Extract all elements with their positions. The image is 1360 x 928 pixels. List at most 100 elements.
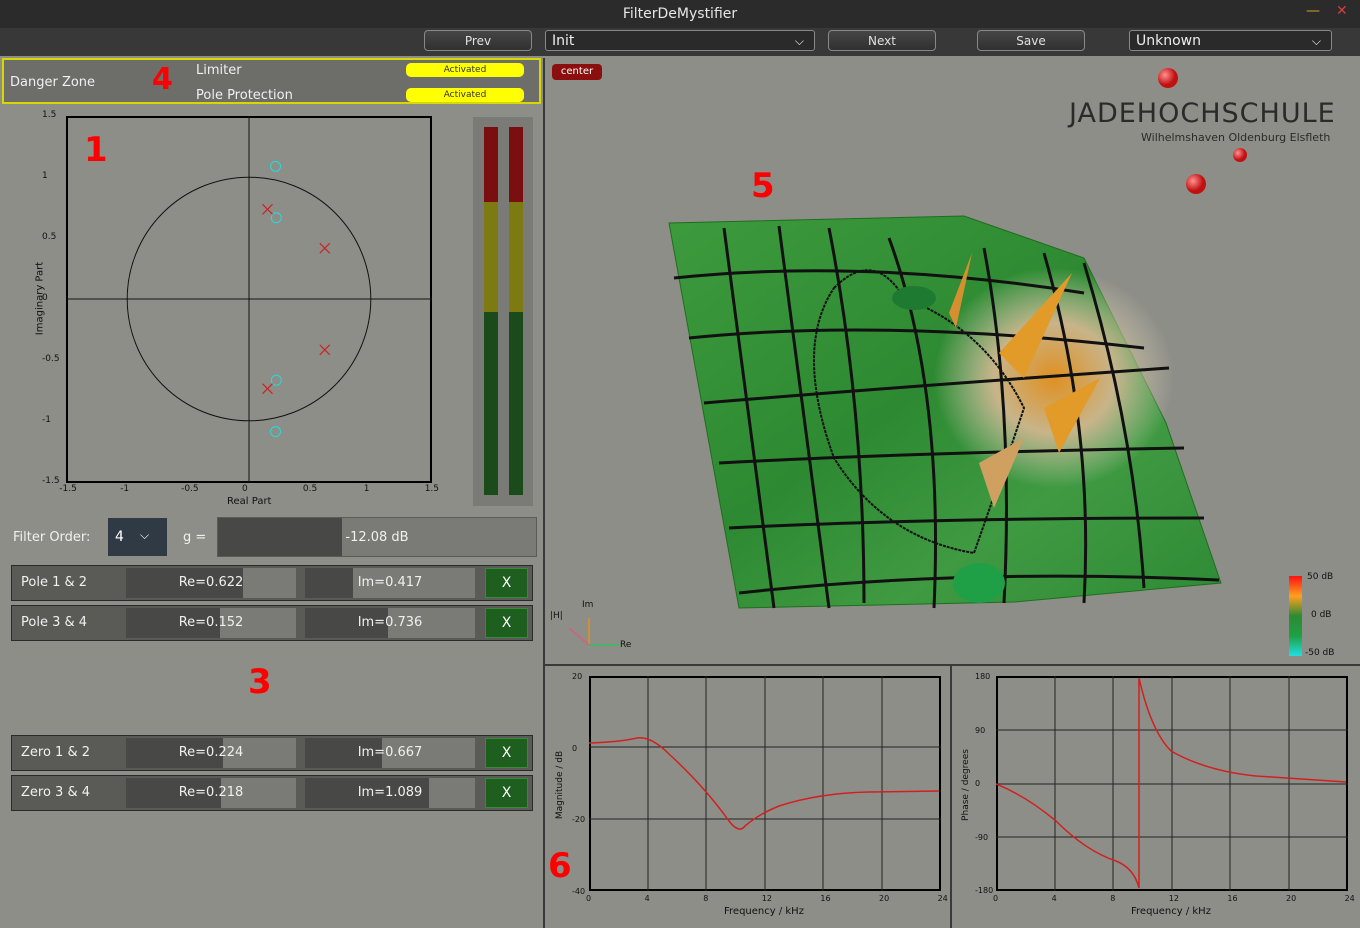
- chevron-down-icon: ⌵: [794, 34, 804, 48]
- close-button[interactable]: ✕: [1336, 3, 1348, 19]
- annotation-4: 4: [152, 62, 173, 97]
- mode-select-value: Unknown: [1136, 33, 1201, 49]
- phase-ytick: -180: [975, 886, 994, 896]
- pole-1-2-row-re-value: Re=0.622: [178, 575, 244, 590]
- pz-ytick: -1.5: [42, 475, 60, 486]
- zero-3-4-row-re-value: Re=0.218: [178, 785, 244, 800]
- zero-marker[interactable]: [270, 212, 282, 224]
- surface-view[interactable]: center JADEHOCHSCHULE Wilhelmshaven Olde…: [544, 58, 1360, 664]
- phase-xtick: 20: [1286, 894, 1297, 903]
- pole-marker[interactable]: [319, 242, 331, 254]
- pole-marker[interactable]: [262, 383, 273, 395]
- pole-1-2-row-im-slider[interactable]: Im=0.417: [305, 568, 475, 598]
- phase-plot: [996, 676, 1348, 891]
- limiter-label: Limiter: [196, 63, 242, 78]
- pole-marker[interactable]: [262, 203, 273, 215]
- chevron-down-icon: ⌵: [1311, 34, 1321, 48]
- phase-xtick: 16: [1227, 894, 1238, 903]
- pole-3-4-row-im-value: Im=0.736: [357, 615, 423, 630]
- prev-button[interactable]: Prev: [424, 30, 532, 51]
- title-bar: FilterDeMystifier — ✕: [0, 0, 1360, 28]
- zero-marker[interactable]: [270, 160, 282, 172]
- zero-3-4-row-delete-button[interactable]: X: [485, 778, 528, 808]
- magnitude-ytick: 20: [572, 672, 583, 681]
- pz-ytick: 1.5: [42, 110, 57, 121]
- zero-1-2-row-im-slider[interactable]: Im=0.667: [305, 738, 475, 768]
- magnitude-ylabel: Magnitude / dB: [555, 750, 565, 820]
- next-button[interactable]: Next: [828, 30, 936, 51]
- magnitude-xtick: 20: [879, 894, 890, 903]
- pz-xtick: 0.5: [302, 484, 318, 494]
- zero-3-4-row: Zero 3 & 4 Re=0.218 Im=1.089 X: [11, 775, 533, 811]
- gain-label: g =: [183, 530, 207, 545]
- gain-value: -12.08 dB: [345, 530, 409, 545]
- pole-1-2-row-delete-button[interactable]: X: [485, 568, 528, 598]
- magnitude-xtick: 4: [644, 894, 650, 903]
- magnitude-plot: [589, 676, 941, 891]
- axis-indicator-icon: [568, 618, 619, 646]
- zero-3-4-row-re-slider[interactable]: Re=0.218: [126, 778, 296, 808]
- center-button[interactable]: center: [552, 64, 602, 80]
- zero-1-2-row-re-value: Re=0.224: [178, 745, 244, 760]
- chevron-down-icon: ⌵: [140, 528, 150, 542]
- magnitude-ytick: -40: [572, 886, 586, 896]
- pz-xtick: 0: [242, 484, 248, 494]
- zero-3-4-row-im-slider[interactable]: Im=1.089: [305, 778, 475, 808]
- phase-xtick: 24: [1344, 894, 1355, 903]
- phase-ytick: 180: [975, 672, 991, 681]
- colorbar: [1289, 576, 1302, 656]
- pole-3-4-row-re-slider[interactable]: Re=0.152: [126, 608, 296, 638]
- pole-protection-toggle[interactable]: Activated: [406, 88, 524, 102]
- zero-marker[interactable]: [270, 374, 282, 386]
- save-button[interactable]: Save: [977, 30, 1085, 51]
- pole-marker[interactable]: [319, 344, 331, 356]
- preset-select[interactable]: Init ⌵: [545, 30, 815, 51]
- level-meter-right-bar: [509, 127, 523, 495]
- zero-1-2-row: Zero 1 & 2 Re=0.224 Im=0.667 X: [11, 735, 533, 771]
- pole-protection-label: Pole Protection: [196, 88, 293, 103]
- limiter-toggle[interactable]: Activated: [406, 63, 524, 77]
- pz-xtick: -1.5: [59, 484, 77, 494]
- magnitude-xlabel: Frequency / kHz: [724, 906, 804, 917]
- divider: [950, 664, 952, 928]
- magnitude-xtick: 12: [761, 894, 772, 903]
- pz-xtick: 1.5: [424, 484, 440, 494]
- annotation-3: 3: [248, 662, 272, 702]
- colorbar-max: 50 dB: [1307, 572, 1334, 582]
- zero-3-4-row-im-value: Im=1.089: [357, 785, 423, 800]
- pz-ytick: -1: [42, 414, 51, 425]
- pz-ylabel: Imaginary Part: [34, 261, 46, 336]
- axis-im-label: Im: [582, 600, 594, 610]
- colorbar-mid: 0 dB: [1311, 610, 1332, 620]
- zero-1-2-row-delete-button[interactable]: X: [485, 738, 528, 768]
- pole-zero-plot[interactable]: [66, 116, 432, 483]
- pole-3-4-row-re-value: Re=0.152: [178, 615, 244, 630]
- phase-ytick: -90: [975, 832, 989, 842]
- pz-ytick: 0.5: [42, 232, 57, 243]
- preset-select-value: Init: [552, 33, 575, 49]
- pz-ytick: 1: [42, 171, 48, 182]
- pz-xtick: -0.5: [181, 484, 199, 494]
- annotation-6: 6: [548, 846, 572, 886]
- pole-1-2-row-im-value: Im=0.417: [357, 575, 423, 590]
- pole-3-4-row-label: Pole 3 & 4: [21, 615, 88, 630]
- transfer-surface-3d[interactable]: [664, 208, 1224, 628]
- pz-xtick: -1: [120, 484, 130, 494]
- pz-ytick: -0.5: [42, 353, 60, 364]
- phase-xtick: 4: [1051, 894, 1057, 903]
- divider: [543, 58, 545, 928]
- zero-marker[interactable]: [270, 426, 282, 438]
- filter-order-label: Filter Order:: [13, 530, 91, 545]
- pole-3-4-row-delete-button[interactable]: X: [485, 608, 528, 638]
- pole-1-2-row-re-slider[interactable]: Re=0.622: [126, 568, 296, 598]
- mode-select[interactable]: Unknown ⌵: [1129, 30, 1332, 51]
- toolbar: Prev Init ⌵ Next Save Unknown ⌵: [0, 28, 1360, 56]
- minimize-button[interactable]: —: [1306, 3, 1320, 19]
- phase-ytick: 90: [975, 725, 986, 735]
- window-title: FilterDeMystifier: [622, 6, 738, 22]
- gain-slider[interactable]: -12.08 dB: [217, 517, 537, 557]
- filter-order-select[interactable]: 4 ⌵: [108, 518, 167, 556]
- zero-1-2-row-re-slider[interactable]: Re=0.224: [126, 738, 296, 768]
- pole-3-4-row-im-slider[interactable]: Im=0.736: [305, 608, 475, 638]
- zero-1-2-row-label: Zero 1 & 2: [21, 745, 90, 760]
